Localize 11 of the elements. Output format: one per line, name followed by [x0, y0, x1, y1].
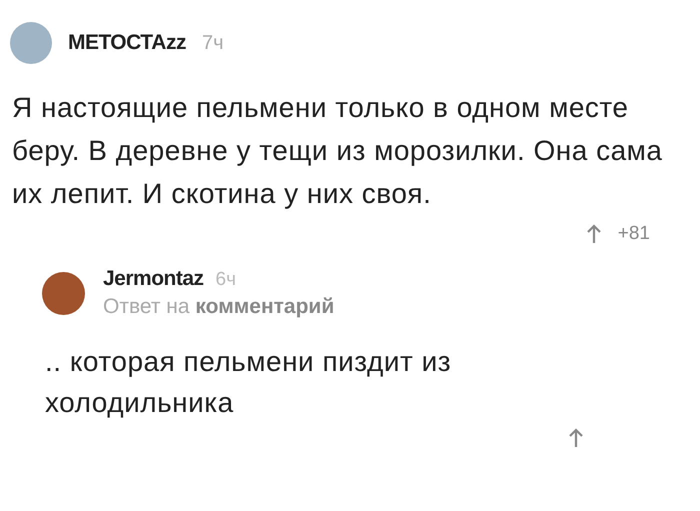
comment-text: Я настоящие пельмени только в одном месте беру. В деревне у тещи из морозилки. Она сама их лепит. И скотина у них своя. — [12, 91, 664, 211]
username[interactable]: Jermontaz — [103, 267, 204, 291]
vote-count: +81 — [618, 223, 650, 245]
timestamp: 7ч — [202, 32, 224, 54]
comment-text: .. которая пельмени пиздит из холодильника — [45, 345, 452, 420]
upvote-icon[interactable] — [586, 223, 602, 245]
timestamp: 6ч — [216, 269, 236, 291]
reply-to-label: Ответ на комментарий — [103, 295, 334, 319]
username[interactable]: МЕТОСТАzz — [68, 31, 186, 55]
avatar[interactable] — [42, 272, 85, 314]
upvote-icon[interactable] — [568, 427, 584, 449]
